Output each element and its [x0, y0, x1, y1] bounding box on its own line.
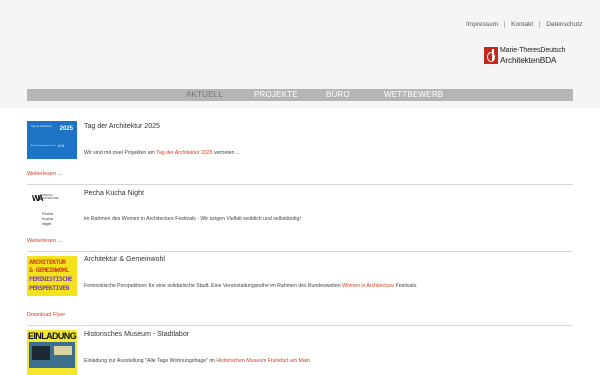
logo-mark-icon: [484, 47, 498, 64]
divider: [27, 251, 573, 252]
download-flyer-link[interactable]: Download Flyer: [27, 312, 65, 318]
post-description: Wir sind mit zwei Projekten am Tag der A…: [84, 150, 240, 156]
desc-link[interactable]: Women in Architecture: [342, 283, 394, 289]
thumb-text: FEMINISTISCHE: [29, 275, 73, 283]
post-architektur-gemeinwohl: ARCHITEKTUR & GEMEINWOHL FEMINISTISCHE P…: [27, 256, 573, 296]
thumb-text: PERSPEKTIVEN: [29, 284, 69, 292]
post-historisches-museum: EINLADUNG Historisches Museum - Stadtlab…: [27, 330, 573, 375]
logo-line-1: Marie-TheresDeutsch: [500, 47, 566, 54]
utility-nav: Impressum Kontakt Datenschutz: [460, 21, 588, 28]
read-more-link[interactable]: Weiterlesen ...: [27, 238, 62, 244]
divider: [27, 184, 573, 185]
post-title[interactable]: Pecha Kucha Night: [84, 190, 144, 197]
thumb-graphic: [32, 346, 50, 360]
desc-text: Festivals.: [394, 283, 418, 289]
post-tag-der-architektur: Tag der Architektur 2025 Architektenkamm…: [27, 121, 573, 159]
desc-text: vertreten ...: [212, 150, 241, 156]
thumb-text: ARCHITEKTUR: [29, 258, 66, 266]
post-description: im Rahmen des Women in Architecture Fest…: [84, 216, 301, 222]
impressum-link[interactable]: Impressum: [460, 21, 504, 28]
desc-link[interactable]: Historischen Museum Frankfurt am Main: [216, 358, 309, 364]
thumb-text: Pecha Kucha Night: [42, 212, 53, 226]
logo-line-2: ArchitektenBDA: [500, 55, 557, 65]
thumb-text: Tag der Architektur: [31, 125, 52, 128]
post-title[interactable]: Historisches Museum - Stadtlabor: [84, 331, 189, 338]
site-header: Impressum Kontakt Datenschutz Marie-Ther…: [0, 0, 600, 108]
post-pecha-kucha: WA WOMEN IN ARCHITECTURE Pecha Kucha Night …: [27, 190, 573, 228]
post-description: Einladung zur Ausstellung "Alle Tage Woh…: [84, 358, 310, 364]
nav-item-buero[interactable]: BÜRO: [326, 89, 384, 101]
post-thumbnail[interactable]: EINLADUNG: [27, 330, 77, 375]
post-thumbnail[interactable]: WA WOMEN IN ARCHITECTURE Pecha Kucha Night: [27, 190, 77, 228]
desc-link[interactable]: Tag der Architektur 2025: [156, 150, 212, 156]
site-logo[interactable]: Marie-TheresDeutsch ArchitektenBDA: [484, 47, 570, 67]
main-nav: AKTUELL PROJEKTE BÜRO WETTBEWERB: [27, 89, 573, 101]
thumb-graphic: [54, 346, 72, 355]
thumb-text: EINLADUNG: [28, 331, 77, 341]
thumb-text: WOMEN IN ARCHITECTURE: [40, 194, 59, 200]
thumb-text: Architektenkammer Hessen: [31, 145, 56, 147]
desc-text: Feministische Perspektiven für eine soli…: [84, 283, 343, 289]
post-title[interactable]: Tag der Architektur 2025: [84, 123, 160, 130]
nav-item-projekte[interactable]: PROJEKTE: [254, 89, 326, 101]
nav-item-aktuell[interactable]: AKTUELL: [186, 89, 254, 101]
divider: [27, 325, 573, 326]
post-thumbnail[interactable]: Tag der Architektur 2025 Architektenkamm…: [27, 121, 77, 159]
desc-text: Wir sind mit zwei Projekten am: [84, 150, 157, 156]
post-description: Feministische Perspektiven für eine soli…: [84, 283, 418, 289]
thumb-text: & GEMEINWOHL: [29, 266, 69, 274]
post-title[interactable]: Architektur & Gemeinwohl: [84, 256, 165, 263]
kontakt-link[interactable]: Kontakt: [504, 21, 539, 28]
nav-item-wettbewerb[interactable]: WETTBEWERB: [384, 89, 454, 101]
thumb-year: 2025: [59, 126, 73, 132]
desc-text: Einladung zur Ausstellung "Alle Tage Woh…: [84, 358, 217, 364]
datenschutz-link[interactable]: Datenschutz: [539, 21, 588, 28]
post-thumbnail[interactable]: ARCHITEKTUR & GEMEINWOHL FEMINISTISCHE P…: [27, 256, 77, 296]
thumb-text: A N: [58, 143, 65, 148]
read-more-link[interactable]: Weiterlesen ...: [27, 171, 62, 177]
